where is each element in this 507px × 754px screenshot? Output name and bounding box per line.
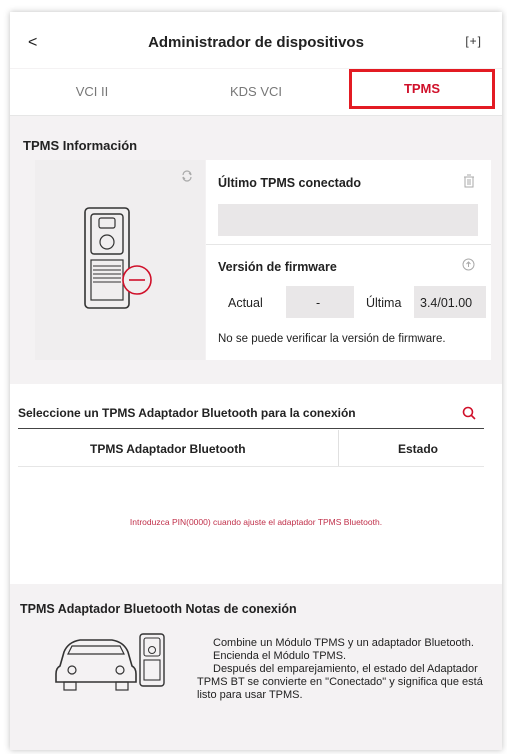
last-connected-value — [218, 204, 478, 236]
column-divider — [338, 430, 339, 466]
table-header-border — [18, 466, 484, 467]
table-top-border — [18, 428, 484, 429]
verify-message: No se puede verificar la versión de firm… — [218, 333, 446, 345]
device-panel — [35, 160, 205, 360]
tab-bar: VCI II KDS VCI TPMS — [10, 69, 502, 116]
latest-value: 3.4/01.00 — [420, 296, 473, 310]
firmware-label: Versión de firmware — [218, 260, 337, 274]
tab-kds-vci[interactable]: KDS VCI — [174, 69, 338, 115]
header-bar: < Administrador de dispositivos [+] — [10, 12, 502, 68]
firmware-update-icon[interactable] — [462, 258, 475, 271]
expand-icon[interactable]: [+] — [465, 34, 482, 48]
notes-line-2: Encienda el Módulo TPMS. — [213, 650, 347, 662]
bluetooth-select-title: Seleccione un TPMS Adaptador Bluetooth p… — [18, 406, 356, 420]
notes-line-3: Después del emparejamiento, el estado de… — [197, 663, 483, 701]
current-label: Actual — [228, 296, 263, 310]
last-connected-label: Último TPMS conectado — [218, 176, 362, 190]
page-title: Administrador de dispositivos — [148, 34, 364, 51]
tpms-info-card: Último TPMS conectado Versión de firmwar… — [206, 160, 491, 360]
search-icon[interactable] — [462, 406, 476, 420]
tpms-info-title: TPMS Información — [23, 138, 138, 153]
tpms-device-icon — [84, 207, 152, 309]
notes-line-1: Combine un Módulo TPMS y un adaptador Bl… — [213, 637, 474, 649]
notes-body: Combine un Módulo TPMS y un adaptador Bl… — [197, 637, 487, 702]
latest-label: Última — [366, 296, 402, 310]
refresh-device-icon[interactable] — [181, 170, 193, 182]
divider — [206, 244, 491, 245]
delete-icon[interactable] — [463, 174, 475, 188]
notes-title: TPMS Adaptador Bluetooth Notas de conexi… — [20, 602, 297, 616]
pin-message: Introduzca PIN(0000) cuando ajuste el ad… — [129, 517, 383, 527]
tab-tpms-highlight — [349, 69, 495, 109]
tab-vci-ii[interactable]: VCI II — [10, 69, 174, 115]
current-value: - — [316, 296, 321, 310]
car-with-adapter-icon — [55, 633, 165, 691]
column-header-status: Estado — [398, 442, 439, 456]
bluetooth-panel: Seleccione un TPMS Adaptador Bluetooth p… — [10, 384, 502, 584]
column-header-adapter: TPMS Adaptador Bluetooth — [90, 442, 246, 456]
app-window: < Administrador de dispositivos [+] VCI … — [10, 12, 502, 750]
